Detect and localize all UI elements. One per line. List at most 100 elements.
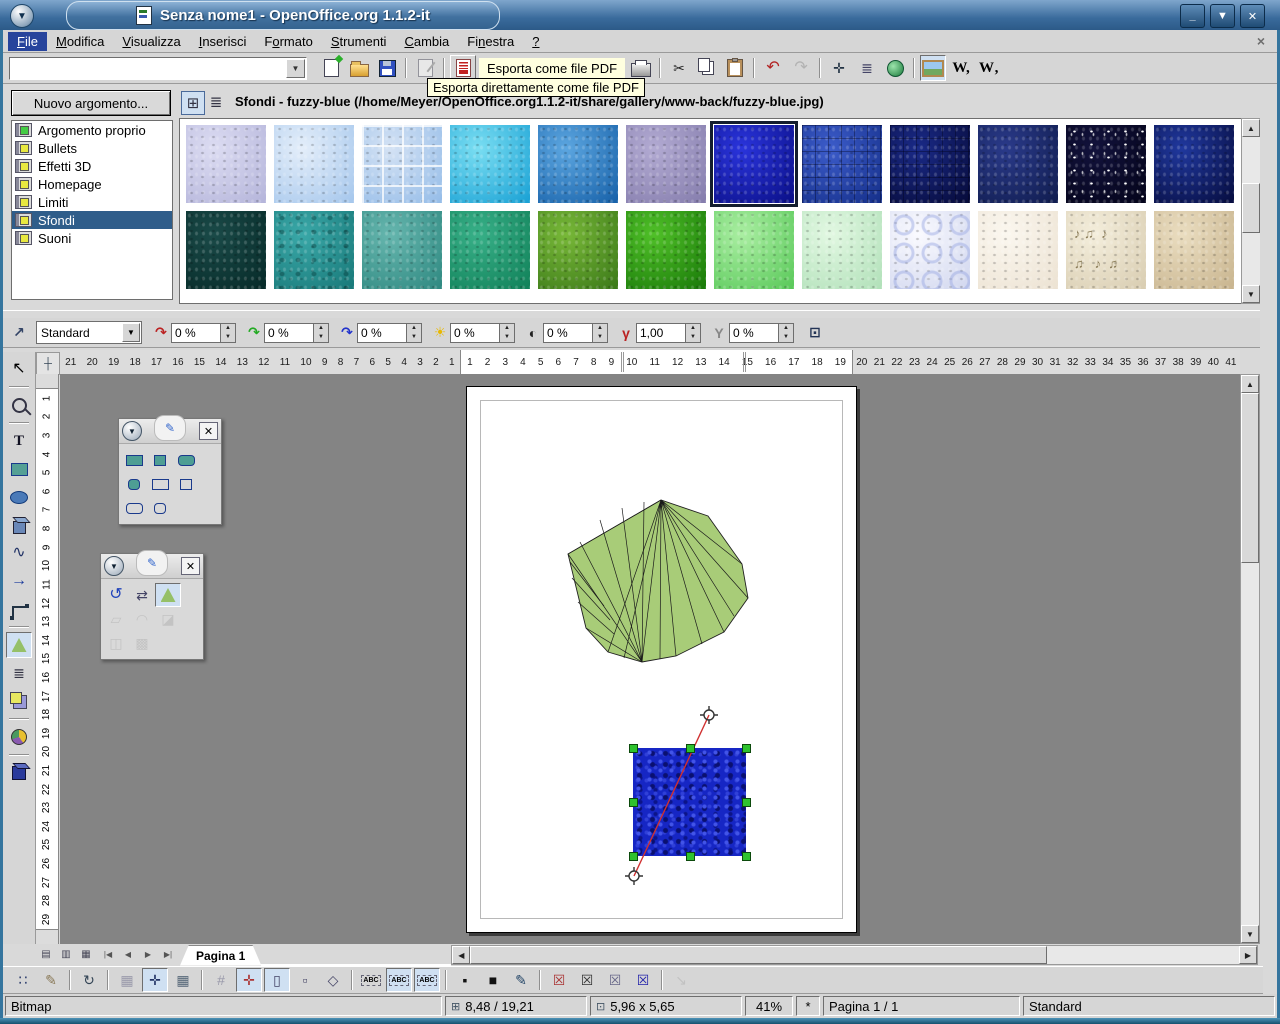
spin-up-icon[interactable]: ▲ — [500, 324, 514, 333]
gallery-thumbnail-water-blue[interactable] — [538, 125, 618, 203]
layer-mode-button[interactable]: ▦ — [77, 946, 95, 964]
gallery-thumbnail-music-notes-beige[interactable] — [1066, 211, 1146, 289]
gallery-thumbnail-sea-green[interactable] — [450, 211, 530, 289]
save-icon[interactable] — [374, 55, 400, 81]
gallery-theme-sfondi[interactable]: Sfondi — [12, 211, 172, 229]
simple-handles-icon[interactable]: ▪ — [452, 968, 478, 992]
ruler-origin-button[interactable]: ┼ — [36, 352, 60, 375]
gallery-theme-bullets[interactable]: Bullets — [12, 139, 172, 157]
3d-objects-tool[interactable] — [6, 512, 32, 538]
palette-menu-icon[interactable]: ▼ — [104, 556, 124, 576]
spin-up-icon[interactable]: ▲ — [779, 324, 793, 333]
zoom-tool[interactable] — [6, 392, 32, 418]
gallery-thumbnail-blue-mosaic[interactable] — [802, 125, 882, 203]
spin-down-icon[interactable]: ▼ — [686, 333, 700, 342]
vertical-ruler[interactable]: 1234567891011121314151617181920212223242… — [36, 374, 59, 944]
last-page-button[interactable]: ▶| — [159, 946, 177, 964]
red-channel-value[interactable]: 0 % — [171, 323, 220, 343]
snap-to-grid-icon[interactable]: ✛ — [142, 968, 168, 992]
exit-all-groups-icon[interactable]: ↘ — [668, 968, 694, 992]
palette-edit-icon[interactable]: ✎ — [154, 415, 186, 441]
spin-down-icon[interactable]: ▼ — [779, 333, 793, 342]
gallery-thumbnail-blue-tiles[interactable] — [362, 125, 442, 203]
gallery-thumbnail-mint-pale[interactable] — [802, 211, 882, 289]
contour-placeholder-icon[interactable]: ☒ — [574, 968, 600, 992]
graphics-filter-icon[interactable]: ↗ — [9, 324, 29, 341]
copy-icon[interactable] — [694, 55, 720, 81]
grid-view-button[interactable]: ⊞ — [181, 91, 205, 115]
3d-controller-tool[interactable] — [6, 760, 32, 786]
transparency-icon[interactable]: ◫ — [103, 631, 129, 655]
spin-down-icon[interactable]: ▼ — [593, 333, 607, 342]
scroll-right-icon[interactable]: ▶ — [1239, 946, 1257, 964]
gallery-icon[interactable] — [920, 55, 946, 81]
gallery-thumbnail-light-green-wave[interactable] — [714, 211, 794, 289]
scroll-up-icon[interactable]: ▲ — [1242, 119, 1260, 137]
insert-tool[interactable] — [6, 724, 32, 750]
next-page-button[interactable]: ▶ — [139, 946, 157, 964]
select-tool[interactable]: ↖ — [6, 356, 32, 382]
stylist-icon[interactable]: ≣ — [854, 55, 880, 81]
gallery-thumbnail-pastel-rings[interactable] — [890, 211, 970, 289]
first-page-button[interactable]: |◀ — [99, 946, 117, 964]
menu-cambia[interactable]: Cambia — [395, 32, 458, 51]
gallery-thumbnail-dark-blue-circuit[interactable] — [890, 125, 970, 203]
gallery-theme-effetti-3d[interactable]: Effetti 3D — [12, 157, 172, 175]
gallery-thumbnail-clouds-pale-blue[interactable] — [274, 125, 354, 203]
horizontal-ruler[interactable]: 212019181716151413121110987654321 123456… — [60, 350, 1240, 375]
arrange-tool[interactable] — [6, 688, 32, 714]
window-menu-icon[interactable]: ▼ — [10, 4, 34, 28]
close-button[interactable]: ✕ — [1240, 4, 1265, 28]
scroll-down-icon[interactable]: ▼ — [1241, 925, 1259, 943]
open-icon[interactable] — [346, 55, 372, 81]
gallery-thumbnail-grass-green[interactable] — [538, 211, 618, 289]
crop-icon[interactable]: ⊡ — [805, 324, 825, 341]
line-placeholder-icon[interactable]: ☒ — [630, 968, 656, 992]
page-mode-button[interactable]: ▤ — [37, 946, 55, 964]
redo-icon[interactable]: ↷ — [788, 55, 814, 81]
gallery-thumbnail-fuzzy-blue[interactable] — [714, 125, 794, 203]
scroll-down-icon[interactable]: ▼ — [1242, 285, 1260, 303]
snap-to-object-points-icon[interactable]: ◇ — [320, 968, 346, 992]
spin-up-icon[interactable]: ▲ — [686, 324, 700, 333]
palette-title-bar[interactable]: ▼ ✎ ✕ — [101, 554, 203, 579]
status-template[interactable]: Standard — [1023, 996, 1275, 1016]
gallery-thumbnail-teal-plaster[interactable] — [362, 211, 442, 289]
prev-page-button[interactable]: ◀ — [119, 946, 137, 964]
status-page-info[interactable]: Pagina 1 / 1 — [823, 996, 1020, 1016]
brightness-spinner[interactable]: 0 %▲▼ — [450, 323, 515, 343]
palette-menu-icon[interactable]: ▼ — [122, 421, 142, 441]
combo-dropdown-icon[interactable]: ▼ — [286, 59, 305, 78]
glue-points-icon[interactable]: ✎ — [38, 968, 64, 992]
show-snap-lines-icon[interactable]: # — [208, 968, 234, 992]
snap-to-object-border-icon[interactable]: ▫ — [292, 968, 318, 992]
status-zoom[interactable]: 41% — [745, 996, 793, 1016]
flip-icon[interactable]: ⇄ — [129, 583, 155, 607]
edit-points-icon[interactable]: ∷ — [10, 968, 36, 992]
menu-modifica[interactable]: Modifica — [47, 32, 113, 51]
green-channel-spinner[interactable]: 0 %▲▼ — [264, 323, 329, 343]
gallery-theme-argomento-proprio[interactable]: Argomento proprio — [12, 121, 172, 139]
blue-channel-spinner[interactable]: 0 %▲▼ — [357, 323, 422, 343]
text-tool[interactable]: T — [6, 428, 32, 454]
alignment-tool[interactable]: ≣ — [6, 660, 32, 686]
rounded-square-outline-icon[interactable] — [147, 496, 173, 520]
3d-lathe-object[interactable] — [556, 486, 756, 664]
spin-down-icon[interactable]: ▼ — [500, 333, 514, 342]
horizontal-scrollbar[interactable]: ◀ ▶ — [451, 945, 1258, 965]
double-click-edit-text-icon[interactable]: ABC — [414, 968, 440, 992]
spin-down-icon[interactable]: ▼ — [407, 333, 421, 342]
connector-tool[interactable] — [6, 596, 32, 622]
brightness-value[interactable]: 0 % — [450, 323, 499, 343]
graphics-mode-select[interactable]: Standard ▼ — [36, 321, 142, 344]
spin-up-icon[interactable]: ▲ — [221, 324, 235, 333]
gallery-thumbnail-sand[interactable] — [1154, 211, 1234, 289]
background-mode-button[interactable]: ▥ — [57, 946, 75, 964]
selection-handle[interactable] — [629, 852, 638, 861]
gallery-thumbnail-dark-blue-swirl[interactable] — [1154, 125, 1234, 203]
select-text-area-icon[interactable]: ABC — [386, 968, 412, 992]
spin-up-icon[interactable]: ▲ — [314, 324, 328, 333]
gallery-scroll-thumb[interactable] — [1242, 183, 1260, 233]
scroll-left-icon[interactable]: ◀ — [452, 946, 470, 964]
set-in-circle-icon[interactable]: ◠ — [129, 607, 155, 631]
